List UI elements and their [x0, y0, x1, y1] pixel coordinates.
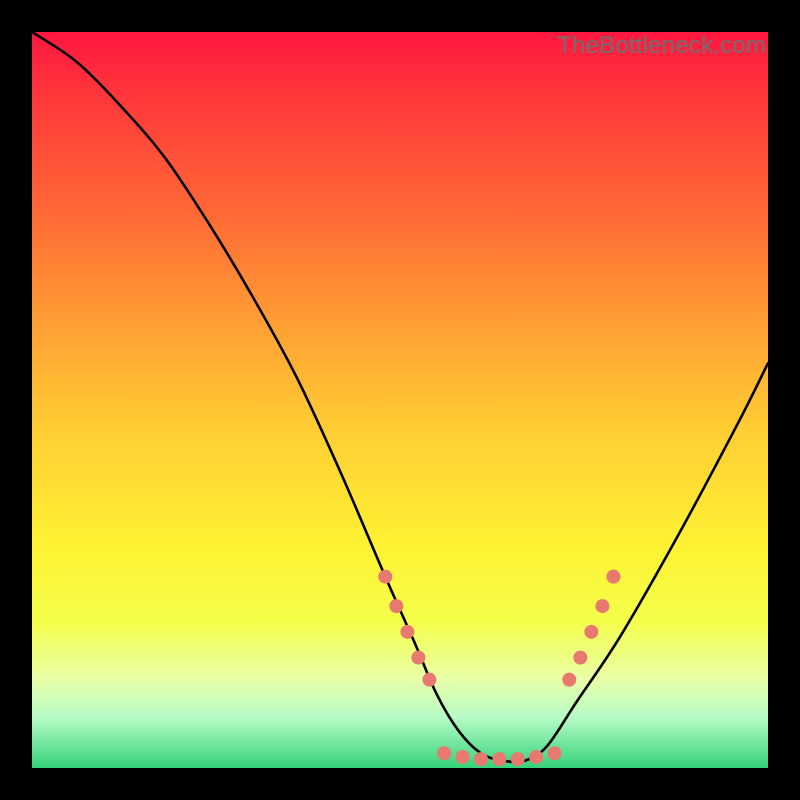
highlight-dot: [389, 599, 403, 613]
highlight-dot: [511, 752, 525, 766]
plot-area: [32, 32, 768, 768]
highlight-dot: [562, 673, 576, 687]
highlight-dot: [437, 746, 451, 760]
highlight-dot: [595, 599, 609, 613]
highlight-dot: [492, 752, 506, 766]
highlight-dot: [584, 625, 598, 639]
highlight-dot: [529, 750, 543, 764]
highlight-dots: [378, 570, 620, 767]
highlight-dot: [456, 750, 470, 764]
chart-frame: TheBottleneck.com: [0, 0, 800, 800]
highlight-dot: [422, 673, 436, 687]
highlight-dot: [378, 570, 392, 584]
highlight-dot: [573, 651, 587, 665]
highlight-dot: [606, 570, 620, 584]
highlight-dot: [474, 752, 488, 766]
bottleneck-curve: [32, 32, 768, 762]
watermark-text: TheBottleneck.com: [557, 32, 766, 60]
curve-layer: [32, 32, 768, 768]
highlight-dot: [400, 625, 414, 639]
highlight-dot: [411, 651, 425, 665]
highlight-dot: [548, 746, 562, 760]
